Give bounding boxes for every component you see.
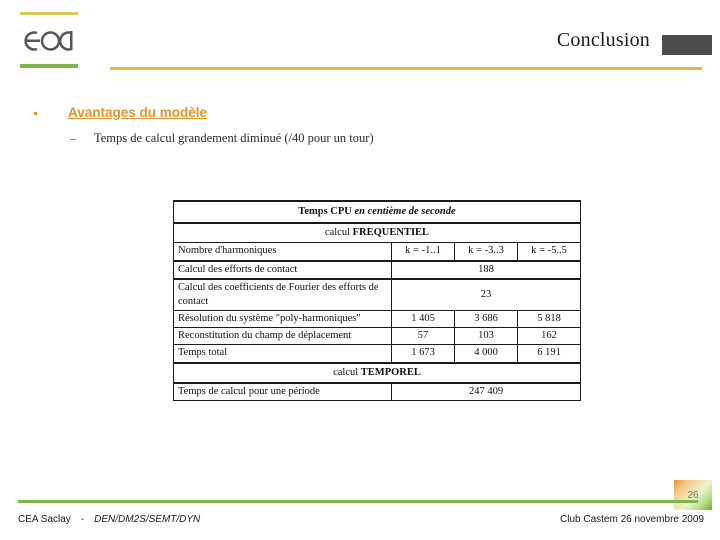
table-title-plain: Temps CPU [298, 206, 355, 217]
row-label-2: Résolution du système "poly-harmoniques" [173, 310, 392, 329]
footer-organisation: CEA Saclay [18, 514, 71, 525]
bullet-level2: – Temps de calcul grandement diminué (/4… [70, 131, 590, 149]
row-value-1: 23 [391, 278, 581, 312]
table-row: Résolution du système "poly-harmoniques"… [173, 310, 581, 329]
table-row: calcul TEMPOREL [173, 361, 581, 384]
footer-unit: DEN/DM2S/SEMT/DYN [94, 514, 201, 525]
bullet-level1-label: Avantages du modèle [68, 105, 208, 120]
logo-top-rule [20, 12, 78, 15]
bullet-dot-icon [34, 112, 37, 115]
temporal-row-value: 247 409 [391, 382, 581, 401]
table-row: Nombre d'harmoniques k = -1..1 k = -3..3… [173, 242, 581, 262]
table-row: Temps CPU en centième de seconde [173, 199, 581, 225]
row-4-value-3: 6 191 [517, 344, 581, 364]
section-frequential-strong: FREQUENTIEL [352, 227, 430, 239]
table-row: Calcul des coefficients de Fourier des e… [173, 278, 581, 312]
row-label-1: Calcul des coefficients de Fourier des e… [173, 278, 392, 312]
table-row: Temps de calcul pour une période 247 409 [173, 382, 581, 401]
row-3-value-1: 57 [391, 327, 455, 346]
table-title-italic: en centième de seconde [354, 206, 456, 217]
table-row: Calcul des efforts de contact 188 [173, 259, 581, 280]
row-3-value-3: 162 [517, 327, 581, 346]
table-row: Temps total 1 673 4 000 6 191 [173, 344, 581, 364]
title-decoration-block [662, 35, 712, 55]
row-2-value-3: 5 818 [517, 310, 581, 329]
footer-rule [18, 500, 698, 503]
page-number-label: 26 [687, 489, 699, 501]
footer-separator: - [80, 514, 85, 525]
table-row: calcul FREQUENTIEL [173, 222, 581, 244]
footer-event: Club Castem 26 novembre 2009 [560, 514, 704, 525]
row-4-value-2: 4 000 [454, 344, 518, 364]
bullet-level1: Avantages du modèle [34, 105, 514, 125]
harmonics-col-2: k = -3..3 [454, 242, 518, 262]
section-temporal-prefix: calcul [333, 366, 361, 378]
cea-logo-wordmark [24, 31, 73, 51]
row-value-0: 188 [391, 259, 581, 280]
section-temporal-strong: TEMPOREL [360, 366, 421, 378]
slide-canvas: Conclusion Avantages du modèle – Temps d… [0, 0, 720, 540]
row-3-value-2: 103 [454, 327, 518, 346]
row-label-0: Calcul des efforts de contact [173, 259, 392, 280]
page-title: Conclusion [556, 29, 650, 51]
page-number-badge: 26 [674, 480, 712, 510]
title-underline-rule [110, 67, 702, 70]
cea-logo [20, 10, 82, 68]
row-label-4: Temps total [173, 344, 392, 364]
row-2-value-1: 1 405 [391, 310, 455, 329]
footer-left: CEA Saclay - DEN/DM2S/SEMT/DYN [18, 514, 200, 525]
logo-bottom-rule [20, 64, 78, 68]
harmonics-col-3: k = -5..5 [517, 242, 581, 262]
harmonics-label: Nombre d'harmoniques [173, 242, 392, 262]
bullet-dash-icon: – [70, 131, 76, 145]
table-title-cell: Temps CPU en centième de seconde [173, 199, 581, 225]
section-header-temporal: calcul TEMPOREL [173, 361, 581, 384]
row-label-3: Reconstitution du champ de déplacement [173, 327, 392, 346]
cpu-time-table: Temps CPU en centième de seconde calcul … [173, 199, 581, 401]
bullet-level2-label: Temps de calcul grandement diminué (/40 … [94, 131, 374, 145]
section-frequential-prefix: calcul [324, 227, 353, 239]
row-4-value-1: 1 673 [391, 344, 455, 364]
temporal-row-label: Temps de calcul pour une période [173, 382, 392, 401]
harmonics-col-1: k = -1..1 [391, 242, 455, 262]
row-2-value-2: 3 686 [454, 310, 518, 329]
table-row: Reconstitution du champ de déplacement 5… [173, 327, 581, 346]
section-header-frequential: calcul FREQUENTIEL [173, 222, 581, 244]
